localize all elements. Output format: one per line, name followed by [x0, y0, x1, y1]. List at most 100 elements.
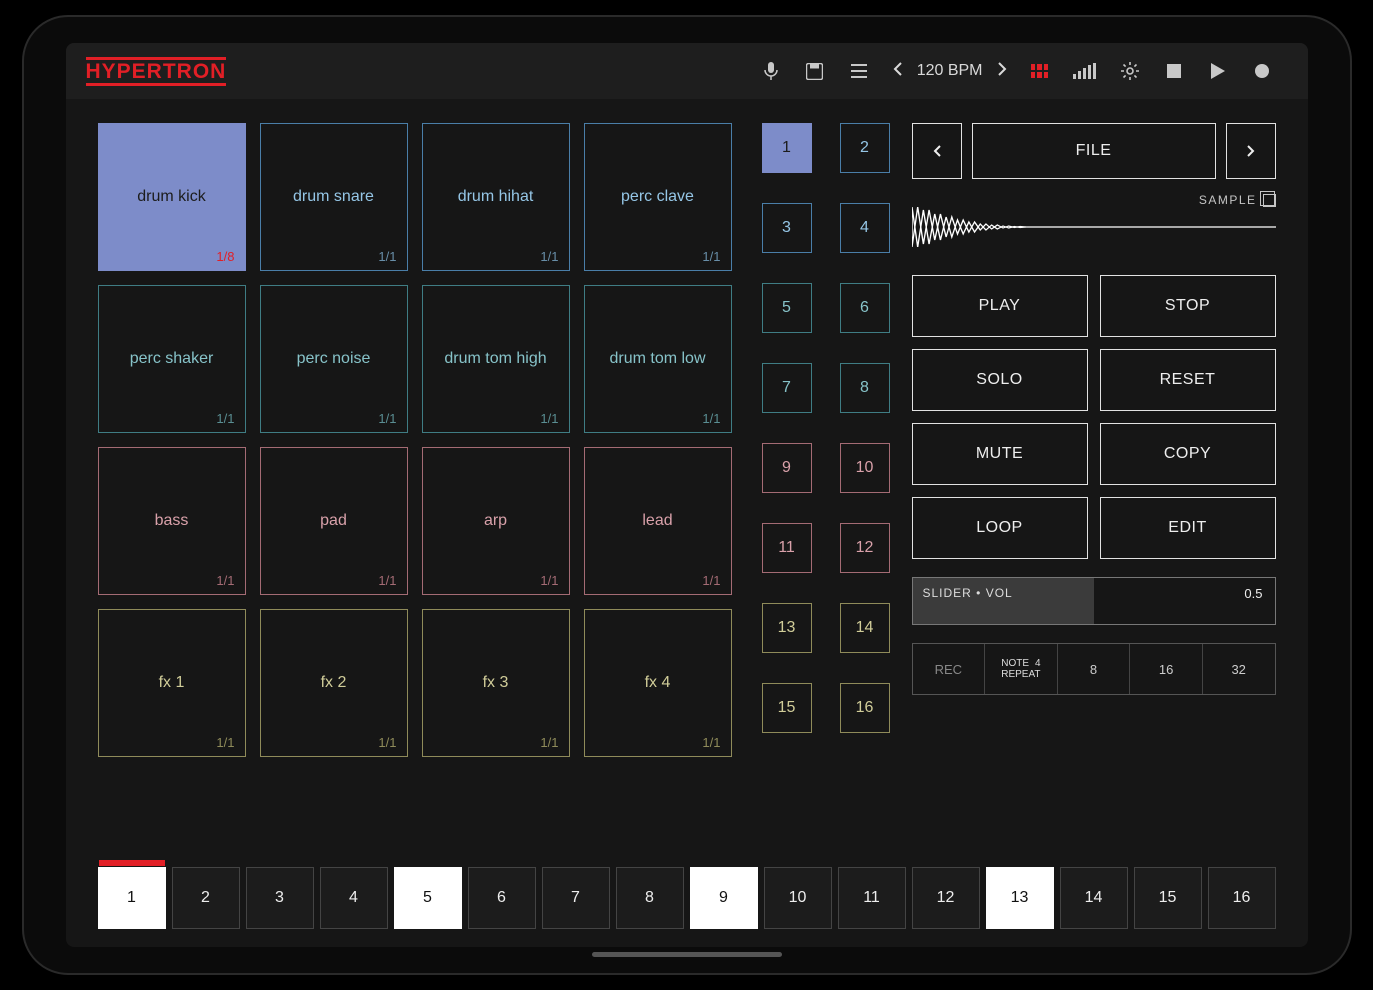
save-icon[interactable]: [805, 61, 825, 81]
pad-fraction: 1/1: [378, 249, 396, 264]
pattern-4[interactable]: 4: [840, 203, 890, 253]
file-button[interactable]: FILE: [972, 123, 1216, 179]
step-13[interactable]: 13: [986, 867, 1054, 929]
pad-12[interactable]: lead1/1: [584, 447, 732, 595]
copy-sample-icon[interactable]: [1263, 194, 1276, 207]
pad-fraction: 1/1: [702, 411, 720, 426]
step-6[interactable]: 6: [468, 867, 536, 929]
step-sequencer: 12345678910111213141516: [66, 857, 1308, 947]
pad-label: perc noise: [297, 350, 371, 368]
pattern-9[interactable]: 9: [762, 443, 812, 493]
pads-view-icon[interactable]: [1031, 64, 1049, 78]
sample-label: SAMPLE: [1199, 193, 1276, 207]
step-9[interactable]: 9: [690, 867, 758, 929]
pad-10[interactable]: pad1/1: [260, 447, 408, 595]
step-4[interactable]: 4: [320, 867, 388, 929]
step-1[interactable]: 1: [98, 867, 166, 929]
pad-1[interactable]: drum kick1/8: [98, 123, 246, 271]
play-icon[interactable]: [1208, 61, 1228, 81]
pattern-11[interactable]: 11: [762, 523, 812, 573]
pad-7[interactable]: drum tom high1/1: [422, 285, 570, 433]
copy-button[interactable]: COPY: [1100, 423, 1276, 485]
mute-button[interactable]: MUTE: [912, 423, 1088, 485]
pattern-7[interactable]: 7: [762, 363, 812, 413]
topbar: HYPERTRON 120 BPM: [66, 43, 1308, 99]
record-icon[interactable]: [1252, 61, 1272, 81]
volume-slider[interactable]: SLIDER • VOL 0.5: [912, 577, 1276, 625]
stop-button[interactable]: STOP: [1100, 275, 1276, 337]
pad-9[interactable]: bass1/1: [98, 447, 246, 595]
bpm-value[interactable]: 120 BPM: [917, 62, 983, 80]
step-3[interactable]: 3: [246, 867, 314, 929]
repeat-16-button[interactable]: 16: [1130, 644, 1203, 694]
repeat-8-button[interactable]: 8: [1058, 644, 1131, 694]
step-7[interactable]: 7: [542, 867, 610, 929]
step-2[interactable]: 2: [172, 867, 240, 929]
file-prev-button[interactable]: [912, 123, 962, 179]
step-8[interactable]: 8: [616, 867, 684, 929]
pattern-6[interactable]: 6: [840, 283, 890, 333]
menu-icon[interactable]: [849, 61, 869, 81]
pattern-14[interactable]: 14: [840, 603, 890, 653]
pad-fraction: 1/1: [378, 735, 396, 750]
pad-3[interactable]: drum hihat1/1: [422, 123, 570, 271]
stop-icon[interactable]: [1164, 61, 1184, 81]
rec-button[interactable]: REC: [913, 644, 986, 694]
pad-label: drum snare: [293, 188, 374, 206]
pad-fraction: 1/1: [216, 411, 234, 426]
pad-13[interactable]: fx 11/1: [98, 609, 246, 757]
pattern-1[interactable]: 1: [762, 123, 812, 173]
pad-grid: drum kick1/8drum snare1/1drum hihat1/1pe…: [98, 123, 732, 857]
step-15[interactable]: 15: [1134, 867, 1202, 929]
slider-value: 0.5: [1244, 586, 1262, 601]
pattern-5[interactable]: 5: [762, 283, 812, 333]
pattern-16[interactable]: 16: [840, 683, 890, 733]
pattern-8[interactable]: 8: [840, 363, 890, 413]
pad-15[interactable]: fx 31/1: [422, 609, 570, 757]
pad-5[interactable]: perc shaker1/1: [98, 285, 246, 433]
controls-panel: FILE SAMPLE: [912, 123, 1276, 857]
gear-icon[interactable]: [1120, 61, 1140, 81]
pad-fraction: 1/1: [702, 249, 720, 264]
solo-button[interactable]: SOLO: [912, 349, 1088, 411]
pad-label: pad: [320, 512, 347, 530]
pad-label: lead: [642, 512, 672, 530]
pad-14[interactable]: fx 21/1: [260, 609, 408, 757]
reset-button[interactable]: RESET: [1100, 349, 1276, 411]
step-10[interactable]: 10: [764, 867, 832, 929]
play-button[interactable]: PLAY: [912, 275, 1088, 337]
pattern-3[interactable]: 3: [762, 203, 812, 253]
pad-2[interactable]: drum snare 1/1: [260, 123, 408, 271]
step-12[interactable]: 12: [912, 867, 980, 929]
bpm-next-icon[interactable]: [997, 62, 1007, 81]
loop-button[interactable]: LOOP: [912, 497, 1088, 559]
mixer-view-icon[interactable]: [1073, 63, 1096, 79]
pattern-12[interactable]: 12: [840, 523, 890, 573]
app-logo: HYPERTRON: [86, 57, 227, 86]
pad-fraction: 1/1: [378, 411, 396, 426]
pattern-13[interactable]: 13: [762, 603, 812, 653]
pad-8[interactable]: drum tom low1/1: [584, 285, 732, 433]
pad-6[interactable]: perc noise 1/1: [260, 285, 408, 433]
edit-button[interactable]: EDIT: [1100, 497, 1276, 559]
pad-fraction: 1/1: [540, 735, 558, 750]
pad-fraction: 1/1: [540, 411, 558, 426]
pad-11[interactable]: arp1/1: [422, 447, 570, 595]
pattern-15[interactable]: 15: [762, 683, 812, 733]
repeat-32-button[interactable]: 32: [1203, 644, 1275, 694]
note-repeat-button[interactable]: NOTE4 REPEAT: [985, 644, 1058, 694]
file-next-button[interactable]: [1226, 123, 1276, 179]
pad-4[interactable]: perc clave1/1: [584, 123, 732, 271]
pad-label: arp: [484, 512, 507, 530]
pattern-10[interactable]: 10: [840, 443, 890, 493]
step-11[interactable]: 11: [838, 867, 906, 929]
pad-16[interactable]: fx 41/1: [584, 609, 732, 757]
step-14[interactable]: 14: [1060, 867, 1128, 929]
mic-icon[interactable]: [761, 61, 781, 81]
main-area: drum kick1/8drum snare1/1drum hihat1/1pe…: [66, 99, 1308, 857]
step-16[interactable]: 16: [1208, 867, 1276, 929]
sample-waveform-area[interactable]: SAMPLE: [912, 195, 1276, 263]
pattern-2[interactable]: 2: [840, 123, 890, 173]
bpm-prev-icon[interactable]: [893, 62, 903, 81]
step-5[interactable]: 5: [394, 867, 462, 929]
